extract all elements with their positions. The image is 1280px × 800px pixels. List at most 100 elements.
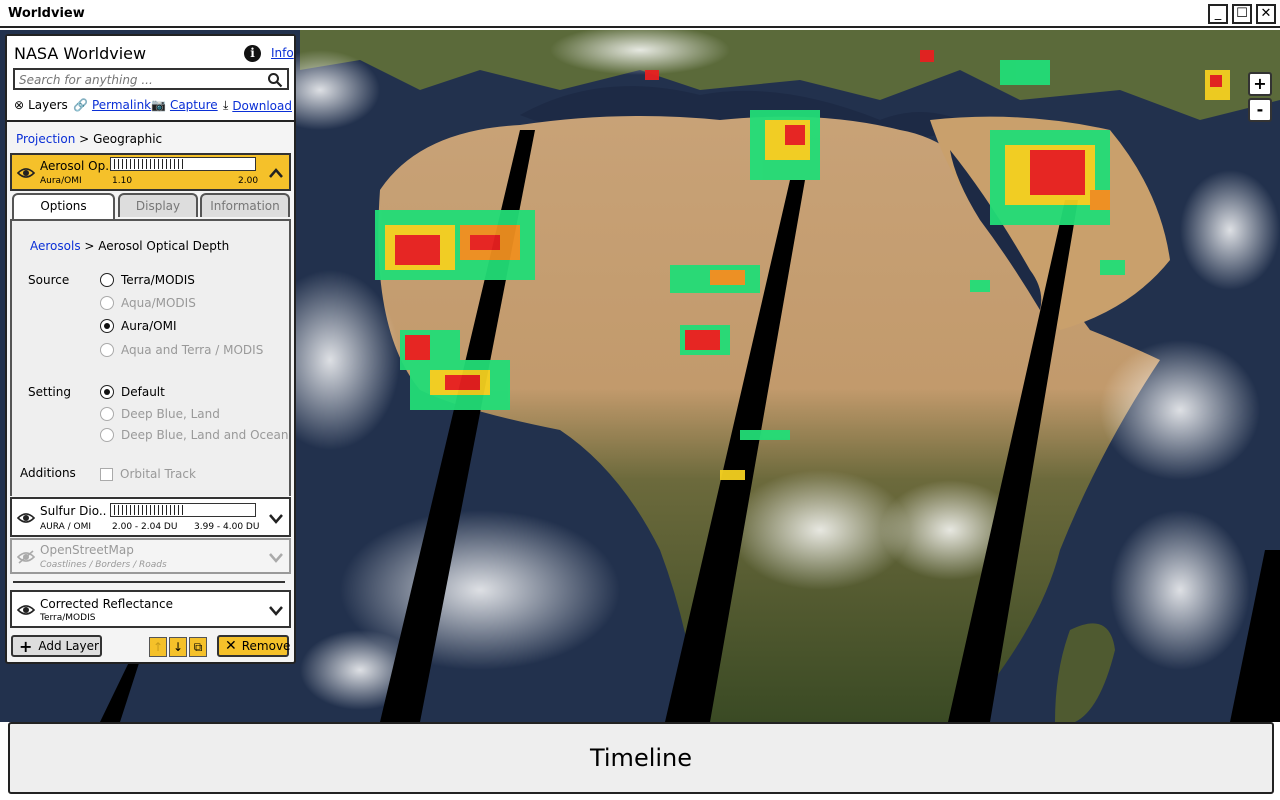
layer-tabs: Options Display Information: [10, 193, 291, 221]
remove-button[interactable]: ✕ Remove: [217, 635, 291, 657]
radio-button[interactable]: [100, 343, 114, 357]
legend-bar: [110, 157, 256, 171]
permalink-link[interactable]: Permalink: [92, 98, 151, 112]
projection-breadcrumb: Projection > Geographic: [16, 132, 162, 146]
layer-card-sulfur-dioxide[interactable]: Sulfur Dio.. AURA / OMI 2.00 - 2.04 DU 3…: [10, 497, 291, 537]
zoom-in-button[interactable]: +: [1248, 72, 1272, 96]
setting-option-default[interactable]: Default: [100, 385, 165, 399]
legend-max: 2.00: [238, 176, 259, 186]
radio-button[interactable]: [100, 296, 114, 310]
tab-display[interactable]: Display: [118, 193, 198, 217]
remove-label: Remove: [241, 639, 291, 653]
setting-option-deep-blue-land-ocean[interactable]: Deep Blue, Land and Ocean: [100, 428, 288, 442]
add-layer-button[interactable]: + Add Layer: [11, 635, 102, 657]
camera-icon: 📷: [151, 98, 166, 112]
search-box[interactable]: [13, 68, 289, 90]
source-label: Source: [28, 273, 70, 287]
layer-source: Coastlines / Borders / Roads: [40, 560, 167, 570]
eye-icon[interactable]: [17, 603, 35, 617]
tab-options[interactable]: Options: [12, 193, 115, 219]
info-link[interactable]: Info: [271, 46, 294, 60]
chevron-down-icon[interactable]: [268, 551, 284, 563]
eye-icon[interactable]: [17, 511, 35, 525]
add-layer-label: Add Layer: [38, 639, 99, 653]
additions-label: Additions: [20, 466, 76, 480]
addition-orbital-track[interactable]: Orbital Track: [100, 467, 196, 481]
option-label: Aqua and Terra / MODIS: [121, 343, 264, 357]
legend-high-range: 3.99 - 4.00 DU: [194, 522, 260, 532]
close-icon: ✕: [225, 638, 237, 654]
layer-card-aerosol[interactable]: Aerosol Op.. Aura/OMI 1.10 2.00: [10, 153, 291, 191]
layer-source: Aura/OMI: [40, 176, 82, 186]
chevron-down-icon[interactable]: [268, 512, 284, 524]
layers-icon: ⊗: [14, 98, 25, 112]
radio-button[interactable]: [100, 407, 114, 421]
zoom-out-button[interactable]: -: [1248, 98, 1272, 122]
tool-permalink[interactable]: 🔗 Permalink: [73, 98, 151, 112]
tab-information[interactable]: Information: [200, 193, 290, 217]
tool-capture[interactable]: 📷 Capture: [151, 98, 218, 112]
eye-icon[interactable]: [17, 166, 35, 180]
breadcrumb-leaf: Aerosol Optical Depth: [98, 239, 230, 253]
search-icon[interactable]: [267, 72, 283, 88]
projection-value: Geographic: [93, 132, 163, 146]
download-link[interactable]: Download: [232, 99, 292, 113]
checkbox[interactable]: [100, 467, 113, 481]
legend-bar: [110, 503, 256, 517]
tool-download[interactable]: ⤓ Download: [223, 98, 292, 113]
radio-button-selected[interactable]: [100, 319, 114, 333]
option-label: Aura/OMI: [121, 319, 177, 333]
maximize-button[interactable]: ☐: [1232, 4, 1252, 24]
source-option-aura-omi[interactable]: Aura/OMI: [100, 319, 176, 333]
link-icon: 🔗: [73, 98, 88, 112]
layer-card-corrected-reflectance[interactable]: Corrected Reflectance Terra/MODIS: [10, 590, 291, 628]
close-button[interactable]: ✕: [1256, 4, 1276, 24]
layer-name: Aerosol Op..: [40, 159, 113, 173]
option-label: Orbital Track: [120, 467, 196, 481]
radio-button-selected[interactable]: [100, 385, 114, 399]
legend-min: 1.10: [112, 176, 133, 186]
source-option-terra-modis[interactable]: Terra/MODIS: [100, 273, 195, 287]
sidebar-panel: NASA Worldview i Info ⊗ Layers 🔗 Permali…: [5, 34, 296, 664]
timeline-label: Timeline: [589, 744, 693, 772]
plus-icon: +: [19, 636, 33, 656]
layer-group-divider: [13, 581, 285, 583]
breadcrumb-separator: >: [79, 132, 90, 146]
duplicate-button[interactable]: ⧉: [189, 637, 207, 657]
setting-option-deep-blue-land[interactable]: Deep Blue, Land: [100, 407, 220, 421]
download-icon: ⤓: [223, 98, 229, 112]
tool-layers-label: Layers: [28, 98, 68, 112]
minimize-button[interactable]: _: [1208, 4, 1228, 24]
move-down-button[interactable]: ↓: [169, 637, 187, 657]
sidebar-header: NASA Worldview i Info ⊗ Layers 🔗 Permali…: [7, 36, 294, 122]
layer-card-openstreetmap[interactable]: OpenStreetMap Coastlines / Borders / Roa…: [10, 538, 291, 574]
projection-link[interactable]: Projection: [16, 132, 75, 146]
timeline-panel[interactable]: Timeline: [8, 722, 1274, 794]
option-label: Aqua/MODIS: [121, 296, 196, 310]
chevron-up-icon[interactable]: [268, 167, 284, 179]
source-option-aqua-modis[interactable]: Aqua/MODIS: [100, 296, 196, 310]
radio-button[interactable]: [100, 428, 114, 442]
layer-source: Terra/MODIS: [40, 613, 96, 623]
chevron-down-icon[interactable]: [268, 604, 284, 616]
capture-link[interactable]: Capture: [170, 98, 218, 112]
options-breadcrumb: Aerosols > Aerosol Optical Depth: [30, 239, 229, 253]
options-panel: Aerosols > Aerosol Optical Depth Source …: [10, 221, 291, 496]
radio-button[interactable]: [100, 273, 114, 287]
move-up-button[interactable]: ↑: [149, 637, 167, 657]
option-label: Deep Blue, Land: [121, 407, 220, 421]
breadcrumb-root-link[interactable]: Aerosols: [30, 239, 81, 253]
option-label: Terra/MODIS: [121, 273, 195, 287]
info-icon[interactable]: i: [244, 45, 261, 62]
app-title: NASA Worldview: [14, 44, 147, 63]
layer-name: Sulfur Dio..: [40, 504, 107, 518]
window-title: Worldview: [8, 6, 85, 21]
legend-low-range: 2.00 - 2.04 DU: [112, 522, 178, 532]
option-label: Deep Blue, Land and Ocean: [121, 428, 289, 442]
tool-layers[interactable]: ⊗ Layers: [14, 98, 68, 112]
source-option-aqua-terra-modis[interactable]: Aqua and Terra / MODIS: [100, 343, 263, 357]
layer-name: Corrected Reflectance: [40, 597, 173, 611]
layer-source: AURA / OMI: [40, 522, 92, 532]
eye-hidden-icon[interactable]: [17, 550, 35, 564]
search-input[interactable]: [19, 72, 259, 88]
